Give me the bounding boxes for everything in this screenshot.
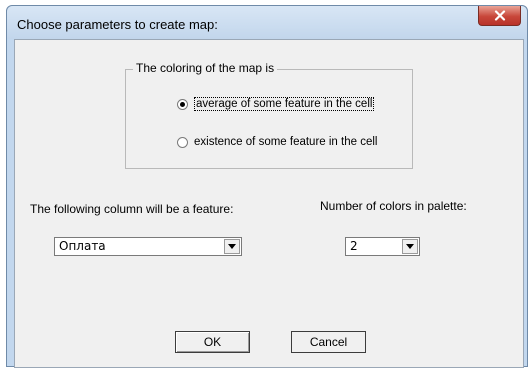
radio-average[interactable]: average of some feature in the cell: [177, 97, 375, 111]
feature-select-value: Оплата: [59, 239, 106, 253]
chevron-down-icon: [228, 244, 236, 249]
palette-select[interactable]: 2: [345, 237, 420, 256]
palette-select-value: 2: [350, 239, 358, 253]
feature-dropdown-button[interactable]: [224, 239, 240, 254]
dialog-title: Choose parameters to create map:: [17, 17, 218, 32]
radio-existence[interactable]: existence of some feature in the cell: [177, 136, 377, 148]
radio-existence-label[interactable]: existence of some feature in the cell: [194, 136, 377, 148]
feature-select[interactable]: Оплата: [54, 237, 242, 256]
radio-average-circle[interactable]: [177, 98, 188, 110]
cancel-button[interactable]: Cancel: [291, 331, 366, 353]
radio-selected-dot: [180, 101, 185, 107]
dialog-client-area: The coloring of the map is average of so…: [14, 39, 524, 368]
coloring-group-legend: The coloring of the map is: [133, 61, 278, 75]
feature-label: The following column will be a feature:: [30, 202, 234, 216]
chevron-down-icon: [406, 244, 414, 249]
coloring-groupbox: [125, 69, 413, 169]
radio-existence-circle[interactable]: [177, 136, 188, 148]
palette-dropdown-button[interactable]: [402, 239, 418, 254]
ok-button[interactable]: OK: [175, 331, 250, 353]
title-bar: Choose parameters to create map:: [7, 6, 527, 39]
dialog-window: Choose parameters to create map: The col…: [6, 5, 528, 368]
palette-label: Number of colors in palette:: [320, 199, 467, 213]
radio-average-label[interactable]: average of some feature in the cell: [194, 97, 375, 111]
close-button[interactable]: [478, 6, 521, 26]
close-icon: [494, 10, 505, 21]
